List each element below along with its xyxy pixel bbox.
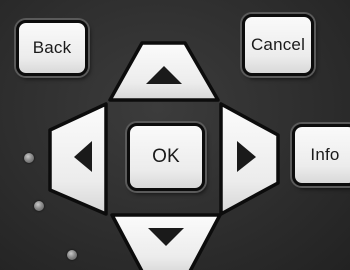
remote-control-panel: Back Cancel OK Info	[0, 0, 350, 270]
up-arrow-button[interactable]	[108, 41, 220, 102]
left-arrow-button[interactable]	[48, 102, 108, 216]
d-pad	[48, 41, 280, 270]
indicator-led-1	[24, 153, 34, 163]
right-arrow-button[interactable]	[219, 102, 280, 216]
indicator-led-2	[34, 201, 44, 211]
indicator-led-3	[67, 250, 77, 260]
down-arrow-button[interactable]	[110, 213, 222, 270]
